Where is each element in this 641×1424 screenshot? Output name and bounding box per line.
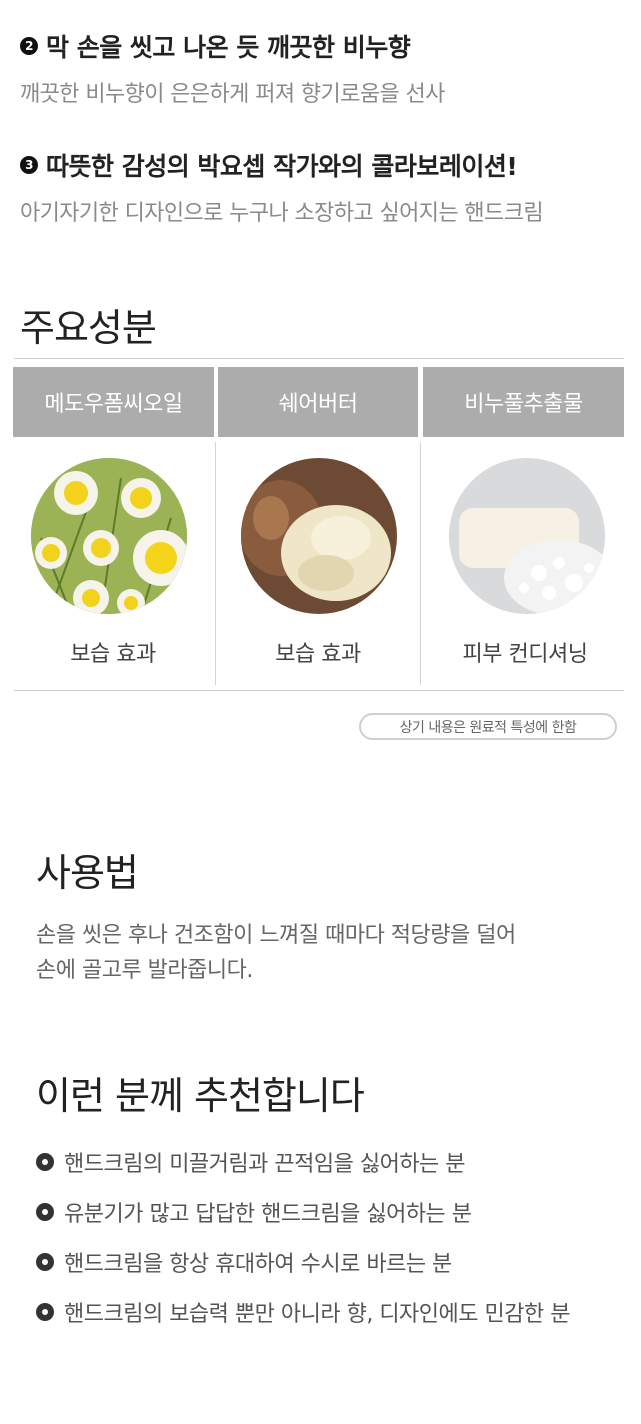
ingredient-header-meadowfoam: 메도우폼씨오일 — [13, 367, 214, 437]
soapwort-foam-image — [449, 458, 605, 614]
usage-line: 손을 씻은 후나 건조함이 느껴질 때마다 적당량을 덜어 — [36, 923, 516, 948]
disclaimer-badge: 상기 내용은 원료적 특성에 한함 — [359, 713, 617, 740]
bullet-icon — [36, 1303, 54, 1321]
ingredient-effect: 보습 효과 — [70, 642, 156, 667]
feature-soap-scent: 2 막 손을 씻고 나온 듯 깨끗한 비누향 깨끗한 비누향이 은은하게 퍼져 … — [20, 28, 445, 108]
feature-desc: 아기자기한 디자인으로 누구나 소장하고 싶어지는 핸드크림 — [20, 201, 544, 226]
feature-title-text: 따뜻한 감성의 박요셉 작가와의 콜라보레이션! — [46, 152, 518, 181]
usage-text: 손을 씻은 후나 건조함이 느껴질 때마다 적당량을 덜어 손에 골고루 발라줍… — [36, 918, 516, 988]
shea-butter-image — [241, 458, 397, 614]
column-divider — [420, 442, 421, 685]
usage-title: 사용법 — [36, 851, 139, 895]
number-badge: 2 — [20, 37, 38, 55]
ingredient-effect: 피부 컨디셔닝 — [462, 642, 588, 667]
list-item-text: 핸드크림의 보습력 뿐만 아니라 향, 디자인에도 민감한 분 — [64, 1302, 570, 1327]
column-divider — [215, 442, 216, 685]
meadowfoam-flower-image — [31, 458, 187, 614]
list-item: 핸드크림의 미끌거림과 끈적임을 싫어하는 분 — [36, 1146, 466, 1178]
feature-title: 2 막 손을 씻고 나온 듯 깨끗한 비누향 — [20, 28, 445, 64]
list-item: 핸드크림을 항상 휴대하여 수시로 바르는 분 — [36, 1246, 452, 1278]
list-item: 핸드크림의 보습력 뿐만 아니라 향, 디자인에도 민감한 분 — [36, 1296, 570, 1328]
recommend-title: 이런 분께 추천합니다 — [36, 1074, 365, 1118]
number-badge: 3 — [20, 156, 38, 174]
feature-title-text: 막 손을 씻고 나온 듯 깨끗한 비누향 — [46, 33, 411, 62]
ingredient-header-soapwort: 비누풀추출물 — [423, 367, 624, 437]
bullet-icon — [36, 1153, 54, 1171]
bullet-icon — [36, 1203, 54, 1221]
list-item: 유분기가 많고 답답한 핸드크림을 싫어하는 분 — [36, 1196, 472, 1228]
divider — [14, 358, 624, 359]
list-item-text: 핸드크림을 항상 휴대하여 수시로 바르는 분 — [64, 1252, 452, 1277]
list-item-text: 핸드크림의 미끌거림과 끈적임을 싫어하는 분 — [64, 1152, 466, 1177]
usage-line: 손에 골고루 발라줍니다. — [36, 958, 253, 983]
feature-title: 3 따뜻한 감성의 박요셉 작가와의 콜라보레이션! — [20, 147, 543, 183]
list-item-text: 유분기가 많고 답답한 핸드크림을 싫어하는 분 — [64, 1202, 472, 1227]
ingredient-effect: 보습 효과 — [275, 642, 361, 667]
feature-collaboration: 3 따뜻한 감성의 박요셉 작가와의 콜라보레이션! 아기자기한 디자인으로 누… — [20, 147, 544, 227]
divider — [14, 690, 624, 691]
bullet-icon — [36, 1253, 54, 1271]
feature-desc: 깨끗한 비누향이 은은하게 퍼져 향기로움을 선사 — [20, 82, 445, 107]
ingredient-header-shea: 쉐어버터 — [218, 367, 418, 437]
ingredients-title: 주요성분 — [20, 306, 157, 350]
